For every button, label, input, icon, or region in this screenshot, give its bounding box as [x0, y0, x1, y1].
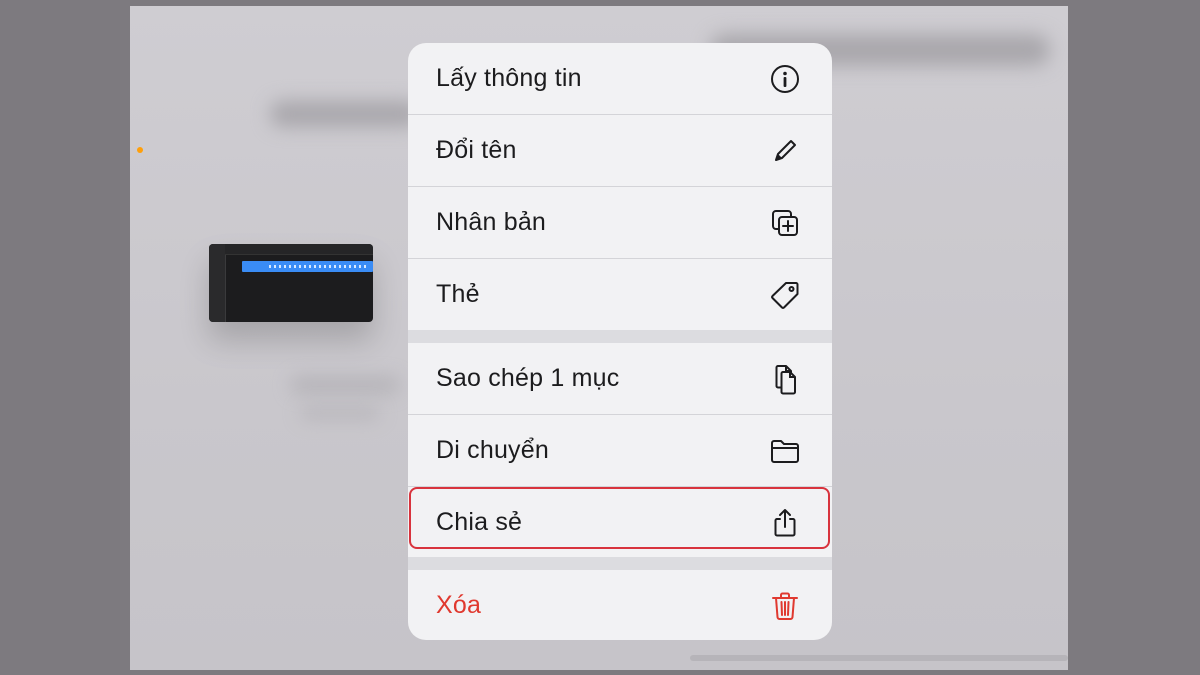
tag-icon [768, 278, 802, 312]
thumbnail-track-column [209, 244, 226, 322]
menu-item-label: Xóa [436, 591, 482, 619]
menu-item-label: Thẻ [436, 280, 480, 308]
menu-item-share[interactable]: Chia sẻ [408, 487, 832, 558]
menu-item-move[interactable]: Di chuyển [408, 415, 832, 486]
folder-icon [768, 434, 802, 468]
blurred-file-label [290, 376, 400, 394]
blurred-title [270, 101, 420, 127]
duplicate-icon [768, 206, 802, 240]
thumbnail-waveform [269, 265, 369, 268]
menu-item-get-info[interactable]: Lấy thông tin [408, 43, 832, 114]
home-indicator-area [690, 655, 1068, 661]
menu-item-label: Sao chép 1 mục [436, 364, 620, 392]
menu-item-label: Đổi tên [436, 136, 517, 164]
menu-item-delete[interactable]: Xóa [408, 570, 832, 640]
menu-item-label: Lấy thông tin [436, 64, 582, 92]
menu-item-rename[interactable]: Đổi tên [408, 115, 832, 186]
context-menu: Lấy thông tin Đổi tên Nhân bản Thẻ Sao c… [408, 43, 832, 640]
pencil-icon [768, 134, 802, 168]
info-icon [768, 62, 802, 96]
menu-item-tags[interactable]: Thẻ [408, 259, 832, 330]
menu-group-divider [408, 557, 832, 570]
menu-item-label: Chia sẻ [436, 508, 523, 536]
share-icon [768, 506, 802, 540]
trash-icon [768, 589, 802, 623]
thumbnail-ruler [225, 244, 373, 255]
menu-item-duplicate[interactable]: Nhân bản [408, 187, 832, 258]
menu-item-label: Nhân bản [436, 208, 547, 236]
garageband-file-thumbnail[interactable] [209, 244, 373, 322]
menu-group-divider [408, 330, 832, 343]
menu-item-copy[interactable]: Sao chép 1 mục [408, 343, 832, 414]
blurred-file-date [300, 406, 380, 420]
menu-item-label: Di chuyển [436, 436, 549, 464]
status-dot [137, 147, 143, 153]
copy-icon [768, 362, 802, 396]
